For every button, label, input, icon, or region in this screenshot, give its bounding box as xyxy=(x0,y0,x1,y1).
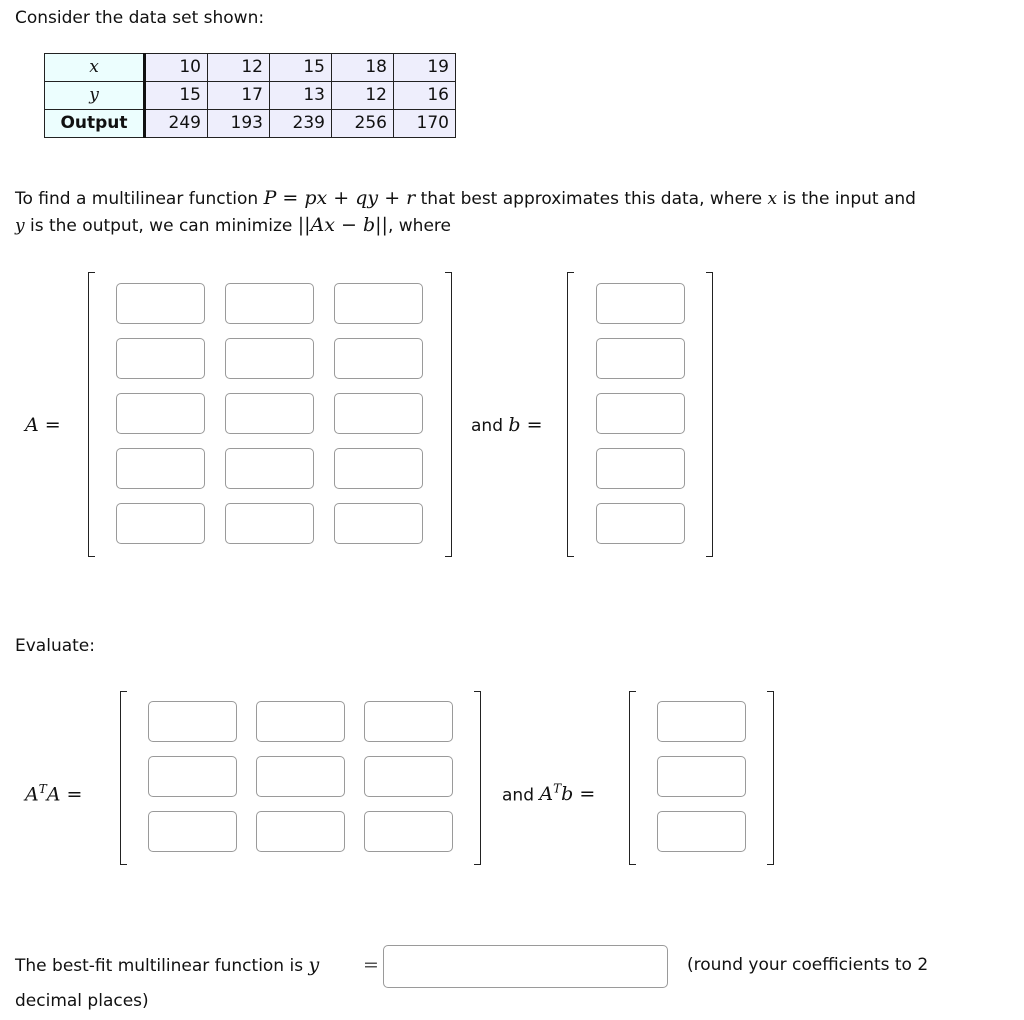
best-fit-function-input[interactable] xyxy=(383,945,668,988)
problem-line-1: To find a multilinear function P = px + … xyxy=(15,187,916,210)
matrix-a-input-r3c2[interactable] xyxy=(225,393,314,434)
final-note-2: decimal places) xyxy=(15,991,149,1011)
label-part: b = xyxy=(561,783,596,806)
matrix-ata-input-r2c3[interactable] xyxy=(364,756,453,797)
table-row-y: y 15 17 13 12 16 xyxy=(44,81,456,110)
norm-expression: ||Ax − b|| xyxy=(297,214,388,236)
problem-text: is the output, we can minimize xyxy=(24,216,298,236)
table-cell: 12 xyxy=(207,53,270,82)
matrix-ata-input-r1c3[interactable] xyxy=(364,701,453,742)
matrix-ata-input-r2c2[interactable] xyxy=(256,756,345,797)
final-note: (round your coefficients to 2 xyxy=(687,955,929,975)
vector-b-left-bracket xyxy=(567,272,574,557)
problem-line-2: y is the output, we can minimize ||Ax − … xyxy=(15,214,451,237)
vector-b-input-r2c1[interactable] xyxy=(596,338,685,379)
vector-atb-input-r1c1[interactable] xyxy=(657,701,746,742)
table-cell: 12 xyxy=(331,81,394,110)
matrix-ata-input-r3c3[interactable] xyxy=(364,811,453,852)
final-var: y xyxy=(308,954,320,976)
matrix-ata-input-r1c1[interactable] xyxy=(148,701,237,742)
matrix-a-input-r3c1[interactable] xyxy=(116,393,205,434)
final-equals: = xyxy=(363,954,379,976)
row-header-output: Output xyxy=(44,109,146,138)
matrix-a-input-r5c3[interactable] xyxy=(334,503,423,544)
formula: P = px + qy + r xyxy=(263,187,416,209)
vector-b-input-r5c1[interactable] xyxy=(596,503,685,544)
label-part: A xyxy=(539,783,554,806)
label-b: b = xyxy=(508,414,543,436)
table-cell: 239 xyxy=(269,109,332,138)
table-cell: 170 xyxy=(393,109,456,138)
table-cell: 13 xyxy=(269,81,332,110)
vector-atb-label: and ATb = xyxy=(502,778,595,806)
matrix-a-input-r4c3[interactable] xyxy=(334,448,423,489)
vector-b-label: and b = xyxy=(471,414,543,437)
matrix-a-input-r4c1[interactable] xyxy=(116,448,205,489)
matrix-a-input-r3c3[interactable] xyxy=(334,393,423,434)
matrix-ata-label: ATA = xyxy=(25,778,82,805)
row-header-y: y xyxy=(44,81,146,110)
vector-atb-right-bracket xyxy=(767,691,774,865)
vector-b-input-r4c1[interactable] xyxy=(596,448,685,489)
final-prefix: The best-fit multilinear function is y xyxy=(15,954,319,977)
row-header-x: x xyxy=(44,53,146,82)
table-cell: 249 xyxy=(144,109,208,138)
matrix-ata-input-r1c2[interactable] xyxy=(256,701,345,742)
table-cell: 17 xyxy=(207,81,270,110)
final-text: The best-fit multilinear function is xyxy=(15,956,309,976)
table-cell: 19 xyxy=(393,53,456,82)
label-and: and xyxy=(502,785,540,806)
var-y: y xyxy=(15,216,25,236)
table-cell: 193 xyxy=(207,109,270,138)
data-table: x 10 12 15 18 19 y 15 17 13 12 16 Output… xyxy=(44,53,456,138)
matrix-a-input-r5c2[interactable] xyxy=(225,503,314,544)
matrix-a-input-r1c3[interactable] xyxy=(334,283,423,324)
problem-text: that best approximates this data, where xyxy=(415,189,768,209)
vector-atb-left-bracket xyxy=(629,691,636,865)
table-cell: 10 xyxy=(144,53,208,82)
problem-text: is the input and xyxy=(777,189,916,209)
matrix-ata-right-bracket xyxy=(474,691,481,865)
matrix-a-input-r2c2[interactable] xyxy=(225,338,314,379)
vector-b-right-bracket xyxy=(706,272,713,557)
table-row-output: Output 249 193 239 256 170 xyxy=(44,109,456,138)
matrix-a-input-r2c1[interactable] xyxy=(116,338,205,379)
matrix-ata-left-bracket xyxy=(120,691,127,865)
var-x: x xyxy=(767,189,778,209)
matrix-a-label: A = xyxy=(25,414,61,436)
table-cell: 16 xyxy=(393,81,456,110)
vector-b-input-r1c1[interactable] xyxy=(596,283,685,324)
problem-text: , where xyxy=(387,216,451,236)
matrix-a-input-r1c2[interactable] xyxy=(225,283,314,324)
label-sup: T xyxy=(38,782,47,796)
table-cell: 18 xyxy=(331,53,394,82)
matrix-a-right-bracket xyxy=(445,272,452,557)
table-row-x: x 10 12 15 18 19 xyxy=(44,53,456,82)
matrix-ata-input-r3c1[interactable] xyxy=(148,811,237,852)
label-part: A = xyxy=(46,783,83,806)
label-part: A xyxy=(25,783,39,806)
matrix-a-input-r1c1[interactable] xyxy=(116,283,205,324)
vector-atb-input-r3c1[interactable] xyxy=(657,811,746,852)
intro-text: Consider the data set shown: xyxy=(15,8,265,28)
label-and: and xyxy=(471,416,509,436)
matrix-a-input-r4c2[interactable] xyxy=(225,448,314,489)
problem-text: To find a multilinear function xyxy=(15,189,264,209)
table-cell: 256 xyxy=(331,109,394,138)
label-sup: T xyxy=(553,782,562,796)
matrix-a-input-r5c1[interactable] xyxy=(116,503,205,544)
table-cell: 15 xyxy=(144,81,208,110)
evaluate-label: Evaluate: xyxy=(15,636,95,656)
matrix-a-left-bracket xyxy=(88,272,95,557)
matrix-ata-input-r3c2[interactable] xyxy=(256,811,345,852)
vector-atb-input-r2c1[interactable] xyxy=(657,756,746,797)
vector-b-input-r3c1[interactable] xyxy=(596,393,685,434)
matrix-ata-input-r2c1[interactable] xyxy=(148,756,237,797)
matrix-a-input-r2c3[interactable] xyxy=(334,338,423,379)
table-cell: 15 xyxy=(269,53,332,82)
